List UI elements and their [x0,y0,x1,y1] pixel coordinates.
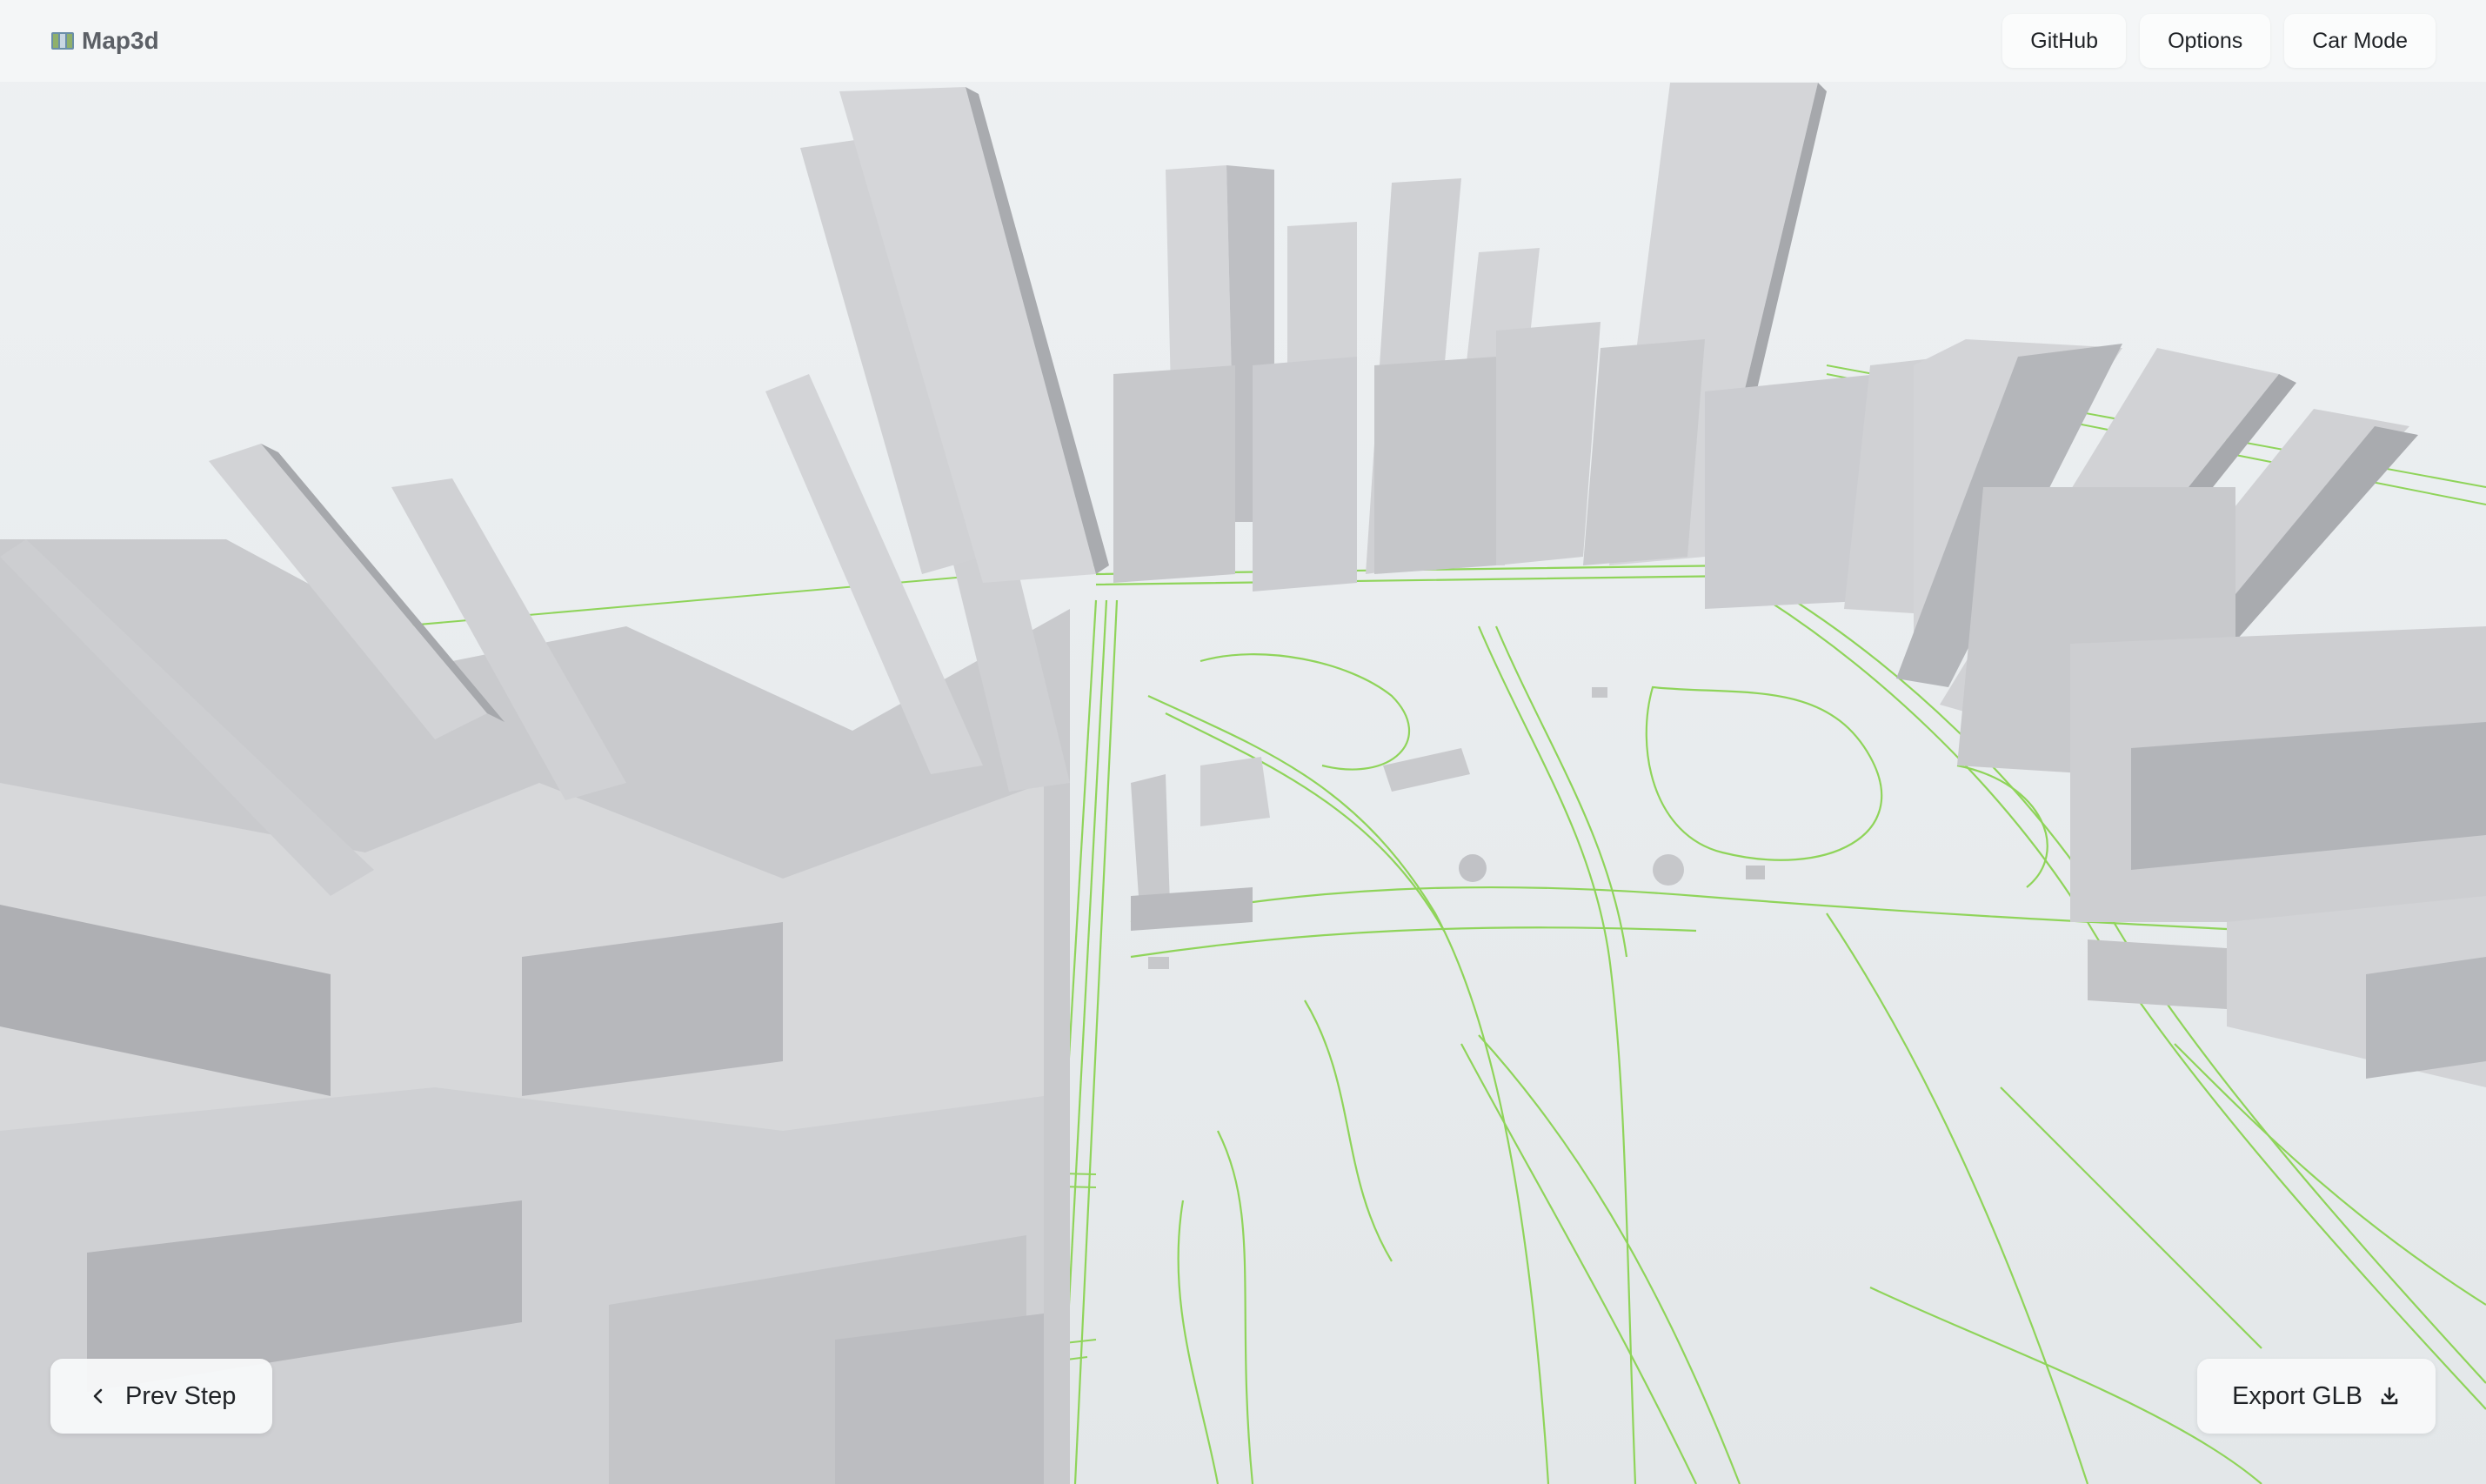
prev-step-button[interactable]: Prev Step [50,1359,273,1434]
download-icon [2381,1387,2398,1405]
export-glb-label: Export GLB [2232,1381,2362,1410]
export-glb-button[interactable]: Export GLB [2197,1359,2436,1434]
prev-step-label: Prev Step [125,1381,237,1410]
car-mode-button[interactable]: Car Mode [2284,14,2436,68]
app-title: Map3d [82,27,159,54]
options-button[interactable]: Options [2140,14,2271,68]
top-nav: GitHub Options Car Mode [2002,14,2436,68]
map-icon [51,32,74,50]
github-button[interactable]: GitHub [2002,14,2127,68]
top-bar: Map3d GitHub Options Car Mode [0,0,2486,82]
chevron-left-icon [93,1388,103,1404]
app-brand[interactable]: Map3d [50,24,159,57]
map-3d-viewport[interactable] [0,0,2486,1484]
